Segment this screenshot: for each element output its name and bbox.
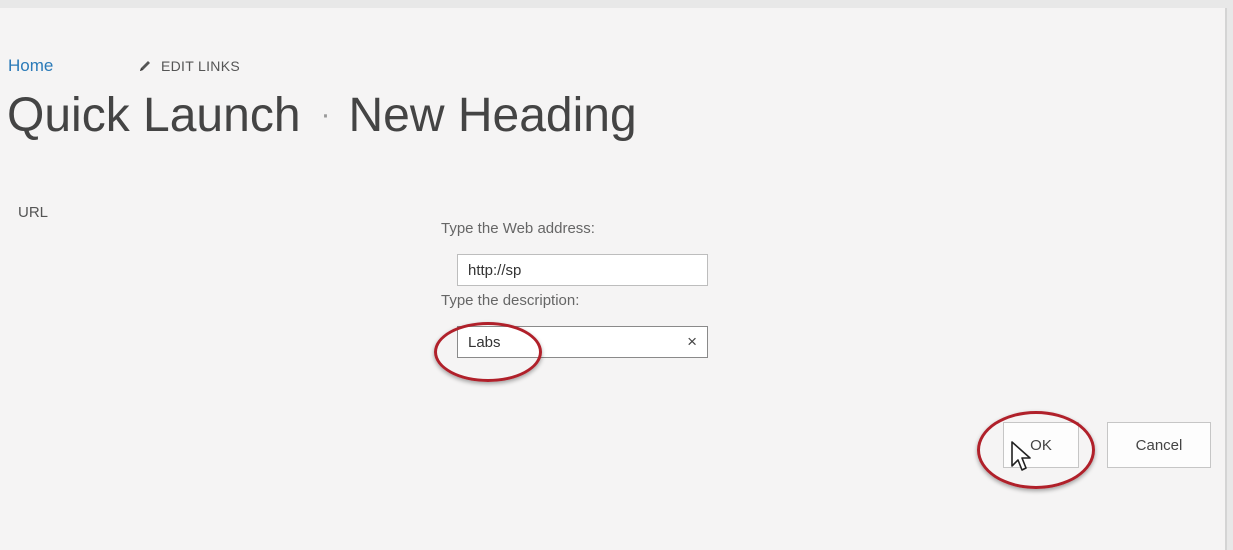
url-section-label: URL [18, 204, 49, 221]
title-separator: · [320, 97, 331, 131]
description-field: × [457, 326, 708, 358]
home-link[interactable]: Home [8, 56, 53, 76]
description-input[interactable] [458, 327, 688, 357]
page-title: Quick Launch · New Heading [7, 89, 637, 143]
edit-links-label: EDIT LINKS [161, 58, 240, 74]
close-icon[interactable]: × [687, 333, 697, 351]
ok-button[interactable]: OK [1003, 422, 1079, 468]
web-address-input[interactable] [457, 254, 708, 286]
web-address-label: Type the Web address: [441, 220, 595, 237]
top-navigation: Home [8, 54, 53, 78]
page-container: Home EDIT LINKS Quick Launch · New Heading… [0, 8, 1227, 550]
page-title-part1: Quick Launch [7, 89, 301, 142]
page-title-part2: New Heading [348, 89, 637, 142]
edit-links-button[interactable]: EDIT LINKS [137, 54, 240, 78]
pencil-icon [140, 61, 150, 71]
cancel-button[interactable]: Cancel [1107, 422, 1211, 468]
description-label: Type the description: [441, 292, 580, 309]
